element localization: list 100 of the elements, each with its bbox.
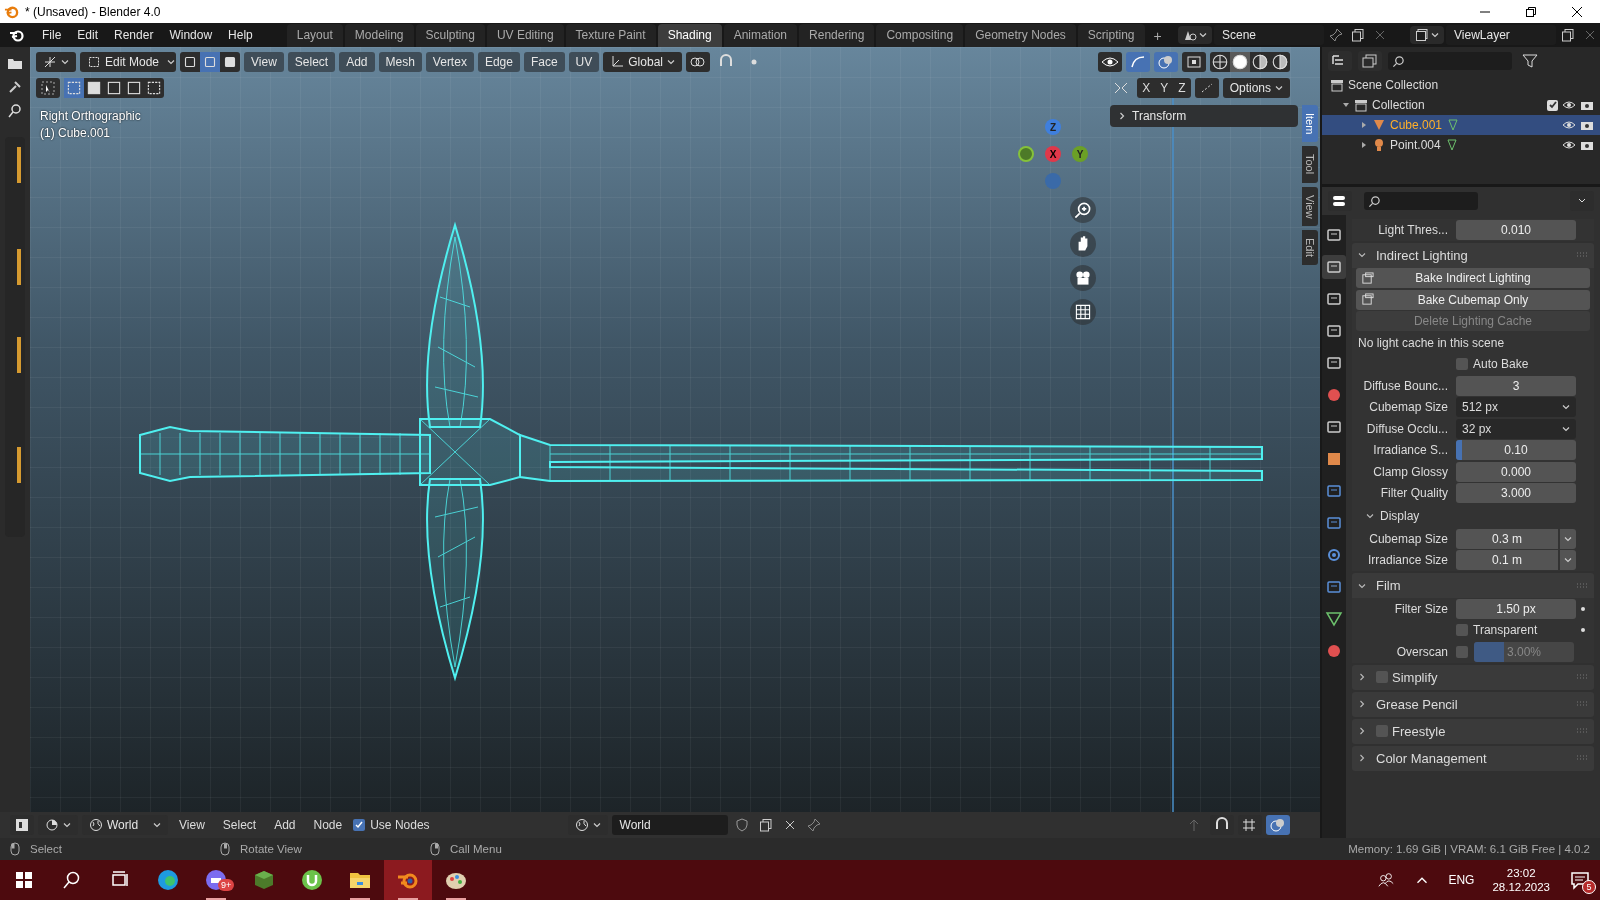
edge-select-icon[interactable]: [200, 51, 220, 72]
options-dropdown[interactable]: Options: [1222, 77, 1290, 98]
view-layer-field[interactable]: ViewLayer: [1446, 25, 1556, 45]
number-field[interactable]: 0.1 m: [1456, 550, 1558, 571]
viewport-menu[interactable]: Select: [287, 51, 336, 72]
mirror-axis-toggle[interactable]: X: [1137, 77, 1156, 98]
notifications-button[interactable]: 5: [1560, 860, 1600, 900]
gizmo-axis[interactable]: X: [1045, 146, 1061, 162]
number-field[interactable]: 0.010: [1456, 219, 1576, 240]
exclude-checkbox[interactable]: [1547, 99, 1558, 111]
workspace-tab[interactable]: Texture Paint: [565, 24, 656, 47]
number-field[interactable]: 0.3 m: [1456, 528, 1558, 549]
editor-type-button[interactable]: [36, 51, 76, 72]
number-field[interactable]: 0.000: [1456, 461, 1576, 482]
unit-caret-button[interactable]: [1559, 528, 1576, 549]
grip-icon[interactable]: [1576, 252, 1588, 258]
viewport-menu[interactable]: UV: [568, 51, 600, 72]
keyframe-dot[interactable]: [1581, 628, 1585, 633]
eye-icon[interactable]: [1562, 98, 1576, 112]
sidebar-tab[interactable]: Edit: [1302, 230, 1318, 266]
checkbox[interactable]: [1376, 725, 1388, 737]
panel-header[interactable]: Grease Pencil: [1352, 691, 1594, 717]
eye-icon[interactable]: [1562, 118, 1576, 132]
grip-icon[interactable]: [1576, 728, 1588, 734]
menu-item[interactable]: Render: [107, 25, 161, 45]
workspace-tab[interactable]: Compositing: [876, 24, 964, 47]
outliner-item[interactable]: Scene Collection: [1348, 78, 1439, 92]
search-field[interactable]: [1364, 192, 1478, 210]
mirror-axis-toggle[interactable]: Z: [1173, 77, 1191, 98]
grip-icon[interactable]: [1576, 755, 1588, 761]
workspace-tab[interactable]: Layout: [286, 24, 343, 47]
search-field[interactable]: [1388, 52, 1512, 70]
transform-panel-header[interactable]: Transform: [1110, 105, 1298, 127]
grip-icon[interactable]: [1576, 701, 1588, 707]
pivot-icon[interactable]: [685, 51, 710, 72]
viewport-menu[interactable]: Mesh: [378, 51, 422, 72]
panel-header[interactable]: Indirect Lighting: [1352, 242, 1594, 268]
gizmo-axis-dot[interactable]: [1018, 146, 1034, 162]
grip-icon[interactable]: [1576, 674, 1588, 680]
panel-header[interactable]: Freestyle: [1352, 718, 1594, 744]
search-icon[interactable]: [7, 103, 23, 119]
node-menu[interactable]: Add: [267, 815, 303, 835]
language-indicator[interactable]: ENG: [1440, 873, 1483, 887]
clock-time[interactable]: 23:02: [1506, 867, 1536, 879]
outliner-row[interactable]: Point.004: [1322, 135, 1600, 155]
menu-item[interactable]: Window: [162, 25, 220, 45]
orientation-dropdown[interactable]: Global: [603, 51, 682, 72]
overlay-toggle-icon[interactable]: [1266, 815, 1290, 835]
close-icon[interactable]: [1571, 5, 1583, 18]
zoom-icon[interactable]: [1070, 197, 1096, 223]
grid-icon[interactable]: [1070, 299, 1096, 325]
menu-item[interactable]: Edit: [70, 25, 106, 45]
grip-icon[interactable]: [1576, 582, 1588, 589]
number-field[interactable]: 3: [1456, 375, 1576, 396]
checkbox[interactable]: Transparent: [1456, 623, 1538, 638]
node-menu[interactable]: View: [172, 815, 212, 835]
scene-dropdown[interactable]: [1178, 26, 1212, 44]
number-field[interactable]: 3.000: [1456, 483, 1576, 504]
expand-arrow-icon[interactable]: [1342, 101, 1350, 109]
gizmo-axis[interactable]: Z: [1045, 119, 1061, 135]
menu-item[interactable]: Help: [221, 25, 260, 45]
visibility-icon[interactable]: [1098, 51, 1122, 72]
sidebar-tab[interactable]: Tool: [1302, 146, 1318, 183]
checkbox[interactable]: Auto Bake: [1456, 357, 1529, 372]
checkbox[interactable]: [1376, 671, 1388, 683]
workspace-tab[interactable]: Scripting: [1077, 24, 1145, 47]
viewport-menu[interactable]: Vertex: [425, 51, 474, 72]
workspace-tab[interactable]: Geometry Nodes: [965, 24, 1076, 47]
node-menu[interactable]: Node: [306, 815, 350, 835]
number-field[interactable]: 1.50 px: [1456, 598, 1576, 619]
keyframe-dot[interactable]: [1581, 606, 1585, 611]
outliner-item[interactable]: Cube.001: [1390, 118, 1443, 132]
expand-arrow-icon[interactable]: [1360, 141, 1368, 149]
outliner-row[interactable]: Cube.001: [1322, 115, 1600, 135]
workspace-tab[interactable]: Rendering: [799, 24, 875, 47]
gizmo-axis-dot[interactable]: [1045, 173, 1061, 189]
panel-header[interactable]: Color Management: [1352, 745, 1594, 771]
outliner-item[interactable]: Collection: [1372, 98, 1425, 112]
taskbar-app[interactable]: 9+: [192, 860, 240, 900]
use-nodes-checkbox[interactable]: Use Nodes: [353, 818, 430, 832]
add-workspace-button[interactable]: +: [1146, 25, 1169, 47]
sidebar-tab[interactable]: Item: [1302, 105, 1318, 143]
workspace-tab[interactable]: Sculpting: [415, 24, 485, 47]
size-dropdown[interactable]: 512 px: [1456, 397, 1576, 418]
viewport-menu[interactable]: Edge: [477, 51, 520, 72]
select-tool-icon[interactable]: [36, 77, 60, 98]
workspace-tab[interactable]: Modeling: [344, 24, 414, 47]
overlay-toggle-icon[interactable]: [1154, 51, 1178, 72]
menu-item[interactable]: File: [35, 25, 69, 45]
outliner-item[interactable]: Point.004: [1390, 138, 1441, 152]
scene-field[interactable]: Scene: [1214, 25, 1324, 45]
sidebar-tab[interactable]: View: [1302, 186, 1318, 227]
viewport-menu[interactable]: View: [244, 51, 284, 72]
maximize-icon[interactable]: [1525, 5, 1537, 18]
slider-field[interactable]: 0.10: [1456, 440, 1576, 461]
clock-date[interactable]: 28.12.2023: [1492, 881, 1550, 893]
hand-icon[interactable]: [1070, 231, 1096, 257]
panel-header[interactable]: Simplify: [1352, 664, 1594, 690]
gizmo-axis[interactable]: Y: [1072, 146, 1088, 162]
workspace-tab[interactable]: Shading: [657, 24, 722, 47]
